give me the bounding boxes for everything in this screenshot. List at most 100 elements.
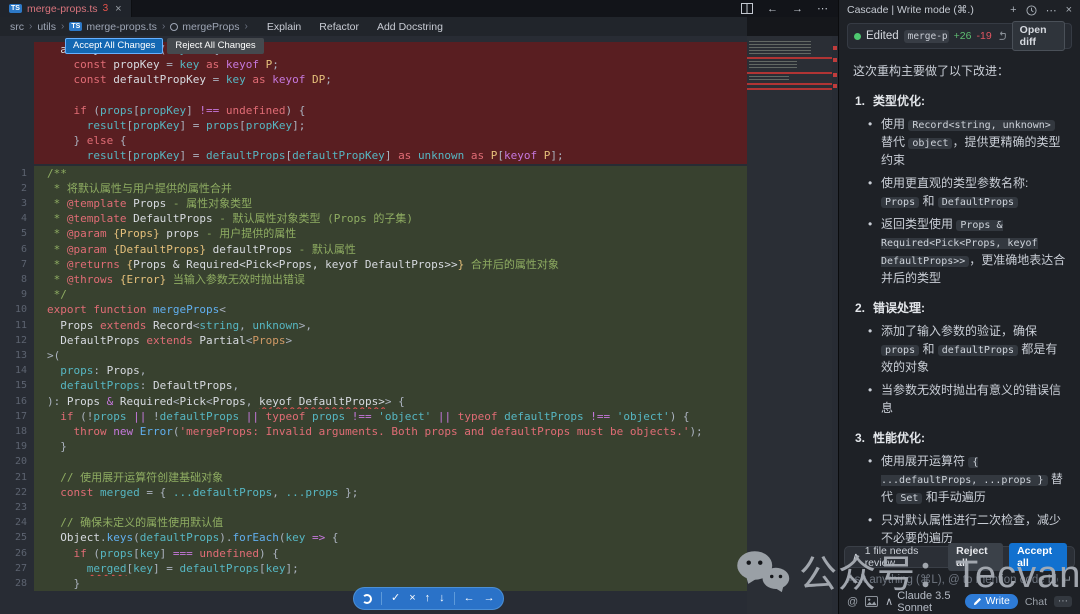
pencil-icon — [973, 597, 982, 606]
inline-code: props — [881, 345, 919, 356]
added-code-block: 1/**2 * 将默认属性与用户提供的属性合并3 * @template Pro… — [0, 166, 747, 592]
additions-count: +26 — [954, 30, 972, 42]
mention-icon[interactable]: @ — [847, 596, 858, 608]
assistant-bullet: 使用 Record<string, unknown> 替代 object，提供更… — [881, 115, 1066, 169]
accept-change-icon[interactable]: ✓ — [391, 593, 400, 604]
panel-close-icon[interactable]: × — [1066, 4, 1072, 16]
refactor-action[interactable]: Refactor — [319, 21, 359, 33]
line-number: 10 — [0, 302, 34, 317]
model-selector[interactable]: ∧ Claude 3.5 Sonnet — [885, 590, 957, 614]
diff-banner: Accept All Changes Reject All Changes — [65, 38, 264, 54]
accept-all-changes-button[interactable]: Accept All Changes — [65, 38, 163, 54]
reject-all-button[interactable]: Reject all — [948, 543, 1003, 571]
inline-code: object — [908, 138, 952, 149]
code-editor[interactable]: Accept All Changes Reject All Changes al… — [0, 36, 747, 614]
breadcrumb-utils[interactable]: utils — [37, 21, 56, 33]
line-number: 2 — [0, 181, 34, 196]
line-number: 22 — [0, 485, 34, 500]
tab-close-icon[interactable]: × — [115, 3, 121, 15]
assistant-section: 3.性能优化:使用展开运算符 { ...defaultProps, ...pro… — [853, 429, 1066, 547]
breadcrumb-file[interactable]: TS merge-props.ts — [69, 21, 157, 33]
line-number: 15 — [0, 378, 34, 393]
open-diff-button[interactable]: Open diff — [1012, 21, 1065, 51]
editor-more-icon[interactable]: ⋯ — [817, 2, 828, 15]
code-line: 25 Object.keys(defaultProps).forEach(key… — [0, 530, 747, 545]
line-number: 11 — [0, 318, 34, 333]
code-line: 3 * @template Props - 属性对象类型 — [0, 196, 747, 211]
edited-file-pill[interactable]: merge-pr — [904, 30, 949, 43]
line-number: 19 — [0, 439, 34, 454]
cascade-panel: Cascade | Write mode (⌘.) + ⋯ × Edited m… — [838, 0, 1080, 614]
typescript-icon: TS — [69, 22, 82, 31]
mode-more-icon[interactable]: ⋯ — [1054, 596, 1072, 607]
prev-file-icon[interactable]: ← — [464, 593, 475, 604]
breadcrumb-src[interactable]: src — [10, 21, 24, 33]
line-number: 26 — [0, 546, 34, 561]
chat-toolbar: @ ∧ Claude 3.5 Sonnet Write Chat ⋯ — [847, 592, 1072, 611]
new-chat-icon[interactable]: + — [1010, 4, 1016, 16]
editor-tab-merge-props[interactable]: TS merge-props.ts 3 × — [0, 0, 132, 17]
forward-icon[interactable]: → — [792, 3, 803, 15]
inline-code: Set — [896, 493, 922, 504]
code-line: 6 * @param {DefaultProps} defaultProps -… — [0, 242, 747, 257]
split-editor-icon[interactable] — [741, 3, 753, 14]
codelens-actions: Explain Refactor Add Docstring — [267, 21, 443, 33]
history-icon[interactable] — [1026, 5, 1037, 16]
assistant-bullet: 当参数无效时抛出有意义的错误信息 — [881, 381, 1066, 417]
chevron-up-icon[interactable]: ∧ — [852, 551, 860, 563]
image-attach-icon[interactable] — [865, 596, 878, 607]
code-line: 19 } — [0, 439, 747, 454]
explain-action[interactable]: Explain — [267, 21, 301, 33]
back-icon[interactable]: ← — [767, 3, 778, 15]
write-mode-button[interactable]: Write — [965, 594, 1018, 609]
code-line: 21 // 使用展开运算符创建基础对象 — [0, 470, 747, 485]
reject-change-icon[interactable]: × — [409, 593, 415, 604]
next-file-icon[interactable]: → — [484, 593, 495, 604]
windsurf-window: TS merge-props.ts 3 × ← → ⋯ src › utils … — [0, 0, 1080, 614]
deleted-code-line — [47, 88, 747, 103]
deleted-code-line: const defaultPropKey = key as keyof DP; — [47, 72, 747, 87]
breadcrumb: src › utils › TS merge-props.ts › mergeP… — [0, 17, 747, 36]
editor-actions: ← → ⋯ — [741, 1, 828, 16]
chevron-right-icon: › — [162, 21, 165, 32]
deletions-count: -19 — [976, 30, 991, 42]
chat-mode-button[interactable]: Chat — [1025, 596, 1047, 608]
assistant-section: 2.错误处理:添加了输入参数的验证，确保 props 和 defaultProp… — [853, 299, 1066, 417]
minimap[interactable] — [747, 36, 832, 614]
model-name: Claude 3.5 Sonnet — [897, 590, 957, 614]
edited-label: Edited — [866, 30, 899, 42]
minimap-code-texture — [749, 76, 789, 81]
code-line: 27 merged[key] = defaultProps[key]; — [0, 561, 747, 576]
line-number: 28 — [0, 576, 34, 591]
previous-change-icon[interactable]: ↑ — [425, 593, 431, 604]
reject-all-changes-button[interactable]: Reject All Changes — [167, 38, 263, 54]
minimap-deleted-mark — [747, 72, 832, 74]
symbol-method-icon — [170, 23, 178, 31]
edited-file-card[interactable]: Edited merge-pr +26 -19 Open diff — [847, 23, 1072, 49]
line-number: 25 — [0, 530, 34, 545]
code-line: 8 * @throws {Error} 当输入参数无效时抛出错误 — [0, 272, 747, 287]
revert-icon[interactable] — [997, 31, 1007, 41]
code-line: 10export function mergeProps< — [0, 302, 747, 317]
review-status: ∧ 1 file needs review — [852, 545, 936, 569]
assistant-section: 1.类型优化:使用 Record<string, unknown> 替代 obj… — [853, 92, 1066, 287]
breadcrumb-symbol[interactable]: mergeProps — [170, 21, 239, 33]
tab-label: merge-props.ts — [27, 3, 98, 15]
line-number: 4 — [0, 211, 34, 226]
line-number: 17 — [0, 409, 34, 424]
minimap-code-texture — [749, 41, 811, 55]
chat-input[interactable] — [847, 574, 1058, 586]
assistant-bullet: 返回类型使用 Props & Required<Pick<Props, keyo… — [881, 215, 1066, 287]
inline-code: DefaultProps — [938, 197, 1018, 208]
code-line: 11 Props extends Record<string, unknown>… — [0, 318, 747, 333]
panel-more-icon[interactable]: ⋯ — [1046, 4, 1057, 17]
divider — [454, 592, 455, 605]
assistant-bullet: 添加了输入参数的验证，确保 props 和 defaultProps 都是有效的… — [881, 322, 1066, 376]
add-docstring-action[interactable]: Add Docstring — [377, 21, 443, 33]
line-number: 27 — [0, 561, 34, 576]
line-number: 9 — [0, 287, 34, 302]
next-change-icon[interactable]: ↓ — [439, 593, 445, 604]
accept-all-button[interactable]: Accept all — [1009, 543, 1067, 571]
line-number: 14 — [0, 363, 34, 378]
code-line: 26 if (props[key] === undefined) { — [0, 546, 747, 561]
